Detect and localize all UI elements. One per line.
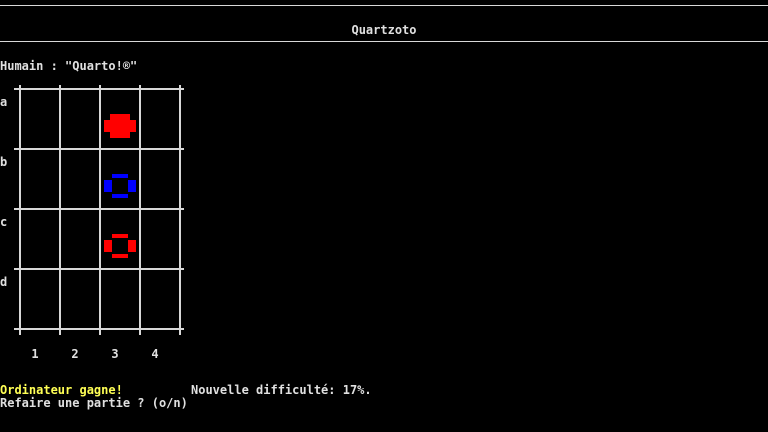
game-board[interactable]: [0, 0, 768, 432]
piece-a3-red-plus-icon: [104, 114, 136, 138]
piece-c3-red-ring-icon: [104, 234, 136, 258]
col-label-1: 1: [31, 347, 39, 361]
board-grid: [14, 85, 184, 335]
piece-b3-blue-ring-icon: [104, 174, 136, 198]
col-label-3: 3: [111, 347, 119, 361]
difficulty-message: Nouvelle difficulté: 17%.: [191, 383, 372, 397]
pieces-layer: [104, 114, 136, 258]
col-label-4: 4: [151, 347, 159, 361]
col-label-2: 2: [71, 347, 79, 361]
replay-prompt: Refaire une partie ? (o/n): [0, 396, 188, 410]
game-result-message: Ordinateur gagne!: [0, 383, 123, 397]
